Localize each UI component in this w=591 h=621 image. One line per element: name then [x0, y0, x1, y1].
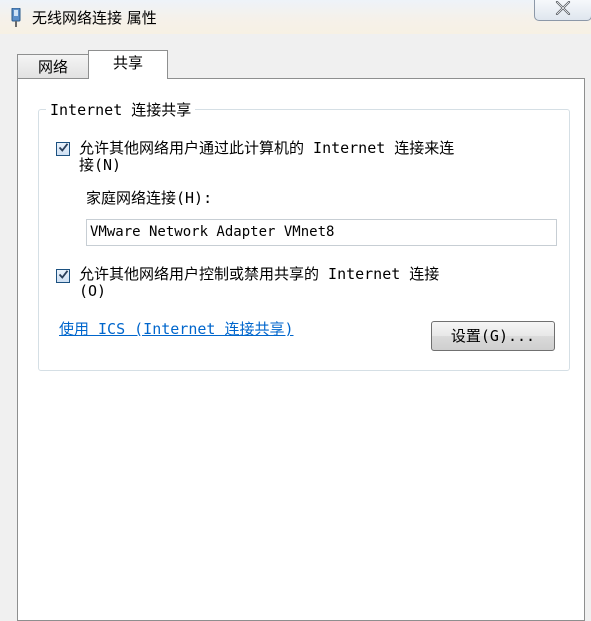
checkmark-icon — [58, 141, 69, 157]
properties-window: 网络 共享 Internet 连接共享 允许其他网络用户通过此计算机的 Inte… — [0, 34, 591, 621]
tab-sharing[interactable]: 共享 — [88, 50, 168, 79]
group-title: Internet 连接共享 — [46, 100, 196, 120]
allow-sharing-label[interactable]: 允许其他网络用户通过此计算机的 Internet 连接来连 接(N) — [79, 140, 454, 174]
internet-sharing-group: Internet 连接共享 允许其他网络用户通过此计算机的 Internet 连… — [38, 100, 570, 371]
allow-control-checkbox[interactable] — [56, 269, 70, 283]
checkmark-icon — [58, 268, 69, 284]
network-adapter-icon — [10, 7, 22, 28]
close-icon — [555, 0, 571, 19]
ics-help-link[interactable]: 使用 ICS (Internet 连接共享) — [59, 320, 294, 338]
sharing-panel: Internet 连接共享 允许其他网络用户通过此计算机的 Internet 连… — [17, 78, 585, 621]
tab-network[interactable]: 网络 — [17, 54, 89, 78]
allow-control-line1: 允许其他网络用户控制或禁用共享的 Internet 连接 — [79, 265, 440, 283]
allow-sharing-checkbox[interactable] — [56, 142, 70, 156]
allow-sharing-line1: 允许其他网络用户通过此计算机的 Internet 连接来连 — [79, 139, 455, 157]
home-network-select[interactable]: VMware Network Adapter VMnet8 — [86, 219, 557, 246]
allow-control-label[interactable]: 允许其他网络用户控制或禁用共享的 Internet 连接 (O) — [79, 266, 439, 300]
allow-sharing-line2: 接(N) — [79, 156, 122, 174]
settings-button[interactable]: 设置(G)... — [431, 321, 555, 351]
close-button[interactable] — [534, 0, 591, 21]
window-title: 无线网络连接 属性 — [32, 9, 157, 27]
allow-control-line2: (O) — [79, 282, 107, 300]
title-bar: 无线网络连接 属性 — [0, 0, 591, 34]
home-network-label: 家庭网络连接(H): — [86, 189, 213, 207]
